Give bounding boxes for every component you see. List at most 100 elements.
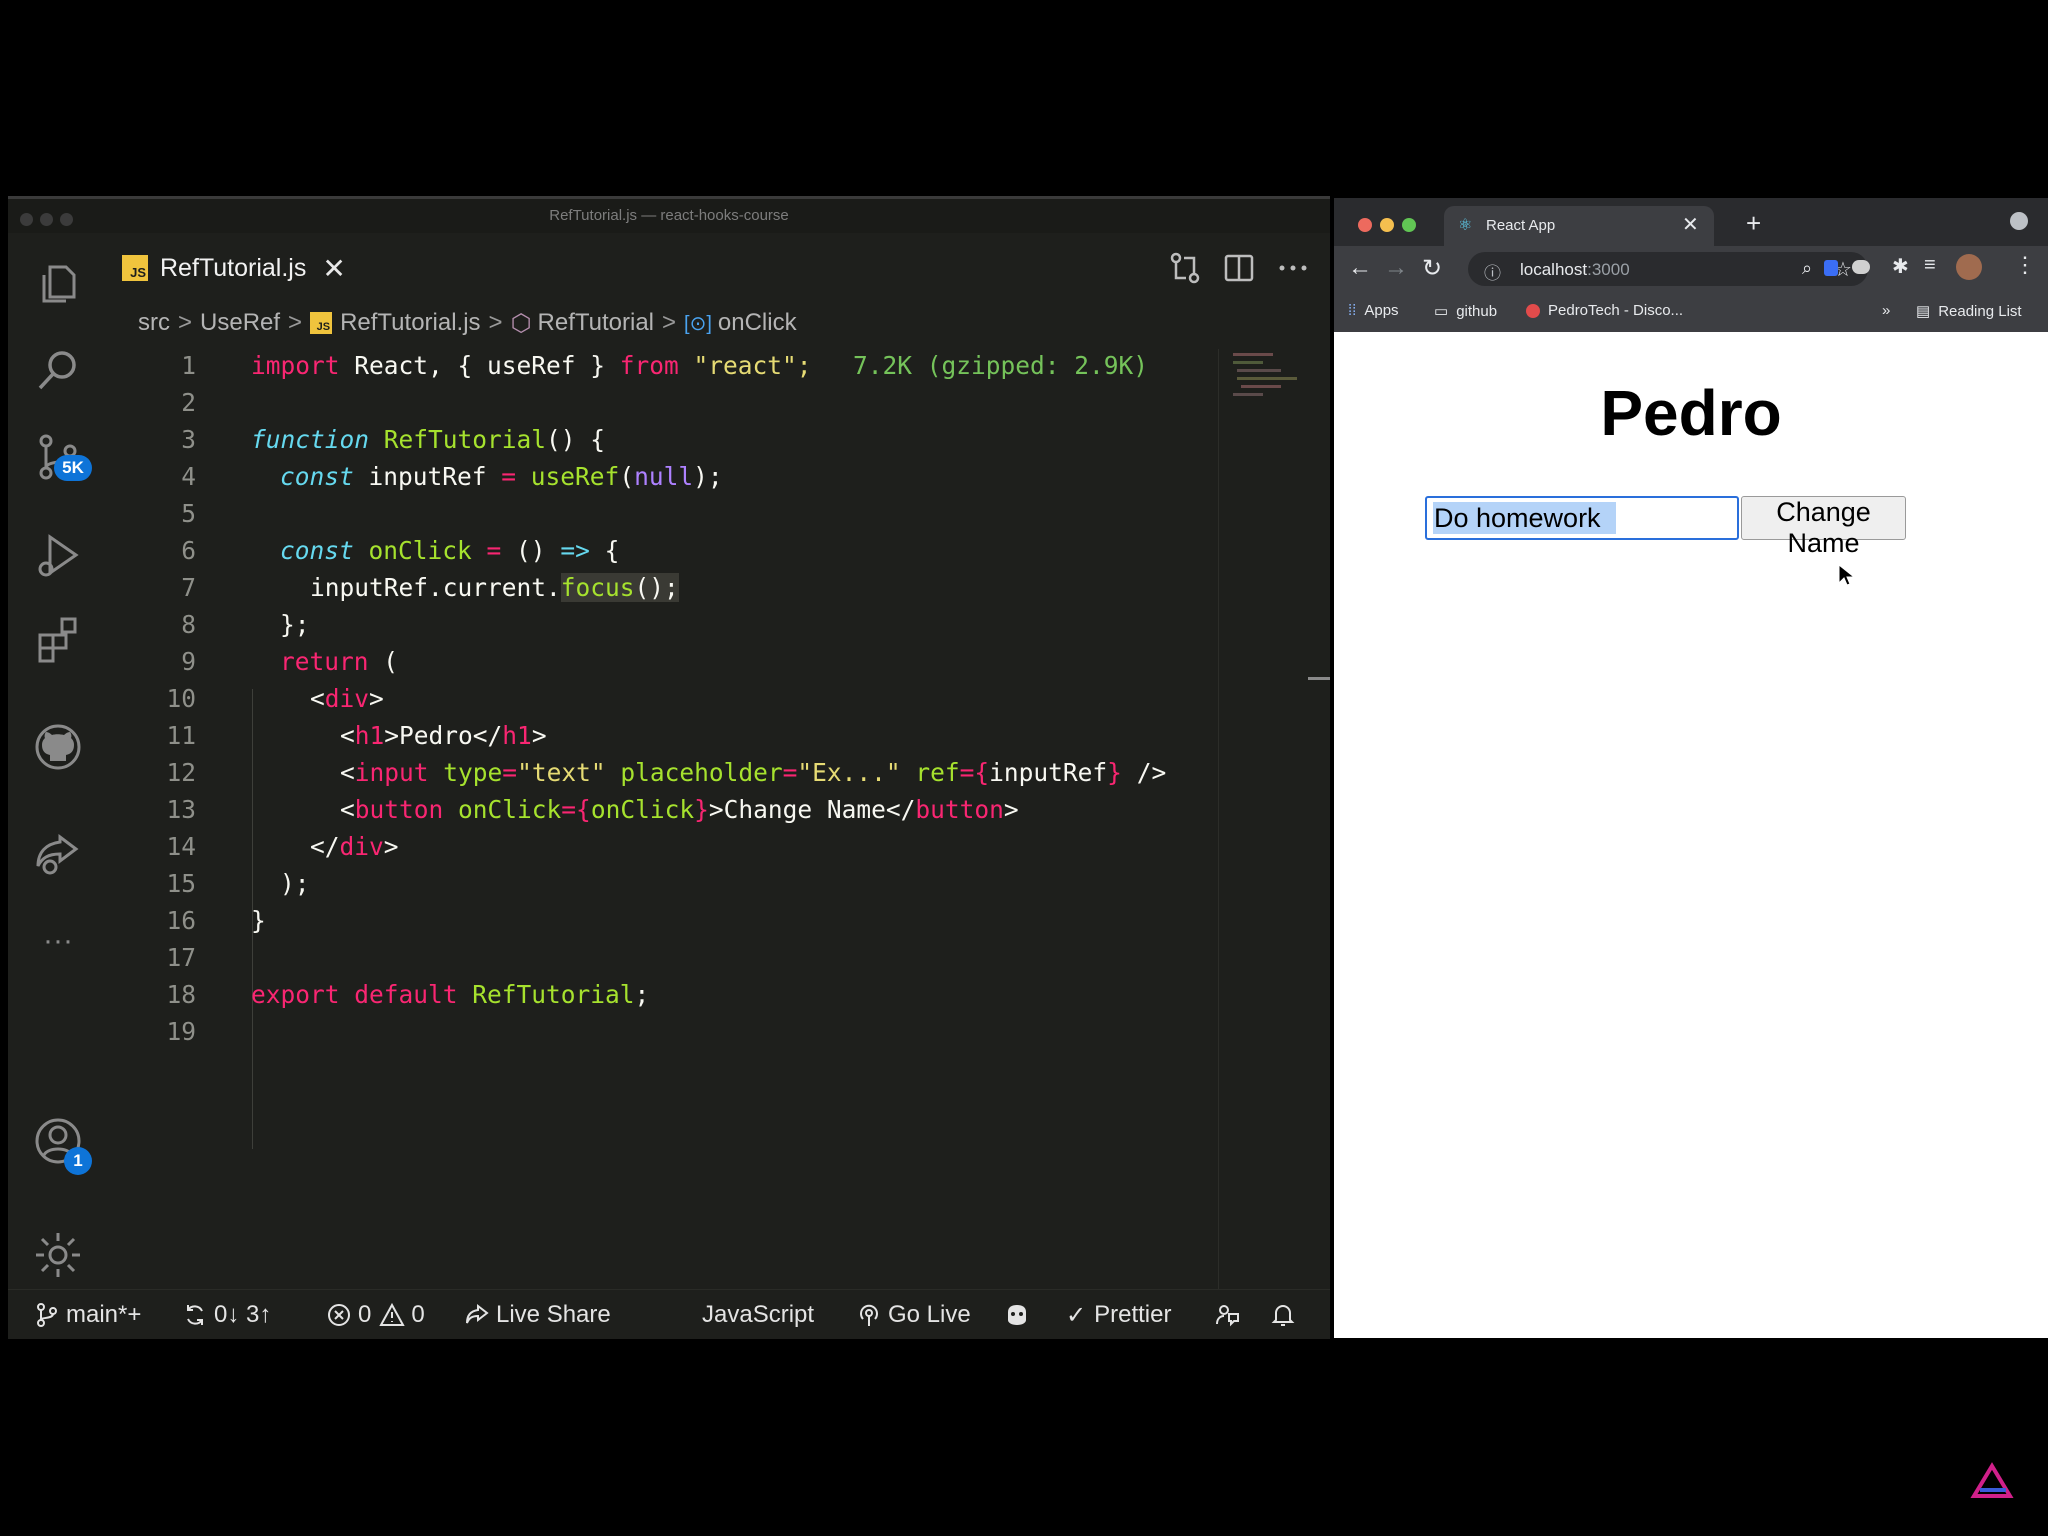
error-count: 0 [358, 1301, 372, 1328]
go-live-label: Go Live [888, 1301, 971, 1328]
more-bookmarks-button[interactable]: » [1882, 302, 1890, 319]
reload-icon[interactable]: ↻ [1422, 254, 1442, 283]
minimap[interactable] [1218, 349, 1309, 1289]
reading-list[interactable]: ▤ Reading List [1916, 302, 2022, 321]
close-window-dot[interactable] [1358, 218, 1372, 232]
branch-status[interactable]: main*+ [34, 1290, 141, 1339]
status-bar: main*+ 0↓ 3↑ 0 0 Live Share JavaScript G… [8, 1289, 1330, 1339]
accounts-badge: 1 [64, 1147, 92, 1175]
sync-status[interactable]: 0↓ 3↑ [182, 1290, 271, 1339]
branch-name: main*+ [66, 1301, 142, 1328]
explorer-icon[interactable] [30, 255, 86, 311]
bookmark-apps[interactable]: ⁞⁞ Apps [1348, 302, 1399, 319]
site-info-icon[interactable]: ⓘ [1484, 259, 1501, 284]
search-icon[interactable] [30, 343, 86, 399]
live-share-status[interactable]: Live Share [464, 1290, 611, 1339]
extension-cloud-icon[interactable] [1852, 260, 1870, 274]
forward-arrow-icon[interactable]: → [1384, 254, 1408, 282]
bookmarks-bar: ⁞⁞ Apps ▭ github PedroTech - Disco... » … [1334, 292, 2048, 333]
extensions-icon[interactable] [30, 611, 86, 667]
source-control-icon[interactable]: 5K [30, 429, 92, 485]
github-icon[interactable] [30, 719, 86, 775]
code-line-10: <div> [310, 684, 384, 713]
run-debug-icon[interactable] [30, 527, 86, 583]
web-page: Pedro Do homework Change Name [1334, 332, 2048, 1338]
language-mode[interactable]: JavaScript [702, 1290, 814, 1339]
code-line-13: <button onClick={onClick}>Change Name</b… [340, 795, 1019, 824]
chrome-menu-icon[interactable]: ⋮ [2014, 252, 2036, 278]
settings-gear-icon[interactable] [30, 1227, 86, 1283]
sync-icon [187, 1305, 203, 1325]
breadcrumb-file[interactable]: RefTutorial.js [340, 309, 480, 337]
browser-tab-react-app[interactable]: ⚛ React App ✕ [1444, 206, 1714, 246]
problems-status[interactable]: 0 0 [326, 1290, 425, 1339]
media-queue-icon[interactable]: ≡ [1924, 254, 1936, 277]
chrome-frame: ⚛ React App ✕ + ← → ↻ ⓘ localhost:3000 ⌕… [1334, 198, 2048, 333]
git-branch-icon [37, 1303, 57, 1327]
editor-scrollbar[interactable] [1308, 349, 1330, 1289]
live-share-icon [466, 1303, 489, 1324]
code-line-7: inputRef.current.focus(); [310, 573, 679, 602]
back-arrow-icon[interactable]: ← [1348, 254, 1372, 282]
tab-reftutorial[interactable]: JS RefTutorial.js ✕ [122, 243, 346, 293]
error-icon [328, 1304, 350, 1326]
bookmark-pedrotech[interactable]: PedroTech - Disco... [1526, 302, 1683, 319]
chevron-right-icon: > [288, 309, 303, 336]
feedback-icon[interactable] [1214, 1290, 1246, 1339]
vscode-titlebar: RefTutorial.js — react-hooks-course [8, 199, 1330, 233]
new-tab-button[interactable]: + [1746, 208, 1761, 239]
line-number: 19 [166, 1017, 196, 1046]
extensions-puzzle-icon[interactable]: ✱ [1892, 254, 1909, 279]
code-line-9: return ( [280, 647, 399, 676]
more-actions-icon[interactable] [1276, 251, 1310, 285]
more-views-icon[interactable]: ··· [30, 913, 86, 969]
extension-shield-icon[interactable] [1824, 260, 1838, 276]
prettier-status[interactable]: ✓ Prettier [1066, 1290, 1171, 1339]
variable-icon: [⊙] [684, 312, 712, 335]
breadcrumb-src[interactable]: src [138, 309, 170, 337]
mouse-cursor-icon [1838, 564, 1854, 586]
breadcrumb-useref[interactable]: UseRef [200, 309, 280, 337]
activity-bar: 5K ··· 1 [8, 233, 108, 1323]
bookmark-github[interactable]: ▭ github [1434, 302, 1497, 321]
line-number: 16 [166, 906, 196, 935]
code-editor[interactable]: 1 2 3 4 5 6 7 8 9 10 11 12 13 14 15 16 1… [108, 349, 1218, 1289]
notifications-bell-icon[interactable] [1270, 1290, 1302, 1339]
live-share-icon[interactable] [30, 825, 86, 881]
split-editor-icon[interactable] [1222, 251, 1256, 285]
change-name-button[interactable]: Change Name [1741, 496, 1906, 558]
sync-counts: 0↓ 3↑ [214, 1301, 272, 1328]
line-number: 17 [166, 943, 196, 972]
address-bar[interactable]: ⓘ localhost:3000 ⌕ ☆ [1468, 252, 1868, 286]
line-number: 9 [181, 647, 196, 676]
code-line-15: ); [280, 869, 310, 898]
zoom-icon[interactable]: ⌕ [1802, 258, 1812, 279]
import-cost-annotation: 7.2K (gzipped: 2.9K) [853, 351, 1149, 380]
minimize-window-dot[interactable] [1380, 218, 1394, 232]
code-line-4: const inputRef = useRef(null); [280, 462, 723, 491]
react-favicon-icon: ⚛ [1458, 217, 1473, 234]
browser-tab-close-icon[interactable]: ✕ [1682, 212, 1699, 237]
chevron-right-icon: > [662, 309, 677, 336]
go-live-status[interactable]: Go Live [856, 1290, 971, 1339]
line-number: 18 [166, 980, 196, 1009]
tab-search-icon[interactable] [2010, 212, 2028, 230]
zoom-window-dot[interactable] [1402, 218, 1416, 232]
chrome-window: ⚛ React App ✕ + ← → ↻ ⓘ localhost:3000 ⌕… [1334, 198, 2048, 1338]
browser-tab-title: React App [1486, 217, 1556, 234]
line-number: 3 [181, 425, 196, 454]
tab-close-icon[interactable]: ✕ [322, 252, 345, 285]
copilot-icon[interactable] [1004, 1290, 1036, 1339]
breadcrumb: src > UseRef > JS RefTutorial.js > ⬡ Ref… [138, 303, 797, 343]
breadcrumb-symbol[interactable]: onClick [718, 309, 797, 337]
accounts-icon[interactable]: 1 [30, 1113, 92, 1175]
warning-icon [379, 1302, 406, 1326]
open-changes-icon[interactable] [1168, 251, 1202, 285]
profile-avatar[interactable] [1956, 254, 1982, 280]
breadcrumb-component[interactable]: RefTutorial [538, 309, 654, 337]
input-value: Do homework [1434, 503, 1601, 533]
apps-grid-icon: ⁞⁞ [1348, 302, 1357, 319]
editor-tab-bar: JS RefTutorial.js ✕ [108, 233, 1330, 297]
code-line-16: } [251, 906, 266, 935]
line-number: 2 [181, 388, 196, 417]
